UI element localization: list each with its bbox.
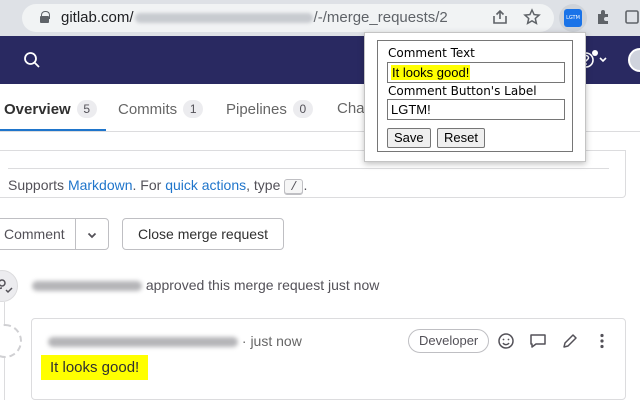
comment-button[interactable]: Comment: [0, 218, 76, 250]
lgtm-extension-icon[interactable]: LGTM: [564, 9, 582, 27]
lock-icon[interactable]: [40, 11, 50, 23]
button-label-label: Comment Button's Label: [388, 84, 537, 98]
commenter-avatar[interactable]: [0, 324, 22, 358]
tab-commits-label: Commits: [118, 101, 178, 118]
note-header: · just now: [48, 333, 302, 349]
comment-note: · just now Developer It looks good!: [31, 318, 626, 400]
lgtm-extension-popup: Comment Text It looks good! Comment Butt…: [364, 32, 586, 162]
tab-overview-count: 5: [76, 100, 97, 118]
extensions-puzzle-icon[interactable]: [594, 8, 614, 28]
quick-actions-link[interactable]: quick actions: [165, 177, 246, 193]
markdown-link[interactable]: Markdown: [68, 177, 133, 193]
url-domain: gitlab.com/: [61, 9, 134, 26]
bookmark-star-icon[interactable]: [522, 8, 542, 28]
tab-overview-label: Overview: [4, 101, 71, 118]
edit-pencil-icon[interactable]: [560, 331, 580, 351]
reset-button[interactable]: Reset: [437, 128, 485, 148]
approval-icon: [0, 270, 18, 302]
tab-pipelines-label: Pipelines: [226, 101, 287, 118]
save-button[interactable]: Save: [387, 128, 431, 148]
emoji-reaction-icon[interactable]: [496, 331, 516, 351]
popup-form: Comment Text It looks good! Comment Butt…: [377, 40, 573, 152]
hint-prefix: Supports: [8, 177, 68, 193]
editor-divider: [8, 168, 609, 169]
user-avatar[interactable]: [628, 48, 640, 72]
tab-pipelines[interactable]: Pipelines 0: [226, 100, 313, 118]
role-badge: Developer: [408, 329, 490, 353]
profile-window-icon[interactable]: [622, 8, 640, 28]
tab-commits[interactable]: Commits 1: [118, 100, 204, 118]
search-icon[interactable]: [22, 50, 42, 70]
reply-comment-icon[interactable]: [528, 331, 548, 351]
hint-for: . For: [132, 177, 166, 193]
tab-overview[interactable]: Overview 5: [4, 100, 97, 118]
note-timestamp[interactable]: · just now: [242, 333, 302, 349]
more-actions-icon[interactable]: [592, 331, 612, 351]
url-text[interactable]: gitlab.com/ /-/merge_requests/2: [61, 9, 448, 26]
comment-options-button[interactable]: [75, 218, 109, 250]
approval-event: approved this merge request just now: [32, 277, 379, 293]
share-icon[interactable]: [490, 8, 510, 28]
approval-text: approved this merge request just now: [145, 277, 380, 293]
slash-key: /: [284, 179, 304, 195]
comment-text-label: Comment Text: [388, 46, 475, 60]
note-body-text: It looks good!: [41, 355, 149, 380]
approver-name-redacted[interactable]: [32, 281, 142, 292]
comment-text-value: It looks good!: [391, 65, 471, 80]
note-author-redacted[interactable]: [48, 337, 238, 348]
comment-text-input[interactable]: It looks good!: [387, 62, 565, 83]
url-path: /-/merge_requests/2: [313, 9, 448, 26]
hint-type: , type: [246, 177, 285, 193]
button-label-input[interactable]: LGTM!: [387, 99, 565, 120]
hint-period: .: [303, 177, 308, 193]
markdown-hint: Supports Markdown. For quick actions, ty…: [8, 177, 307, 195]
tab-commits-count: 1: [183, 100, 204, 118]
chevron-down-icon: [86, 228, 98, 246]
url-redacted: [134, 13, 313, 24]
tab-pipelines-count: 0: [292, 100, 313, 118]
browser-toolbar: gitlab.com/ /-/merge_requests/2 LGTM: [0, 0, 640, 36]
close-merge-request-button[interactable]: Close merge request: [122, 218, 284, 250]
